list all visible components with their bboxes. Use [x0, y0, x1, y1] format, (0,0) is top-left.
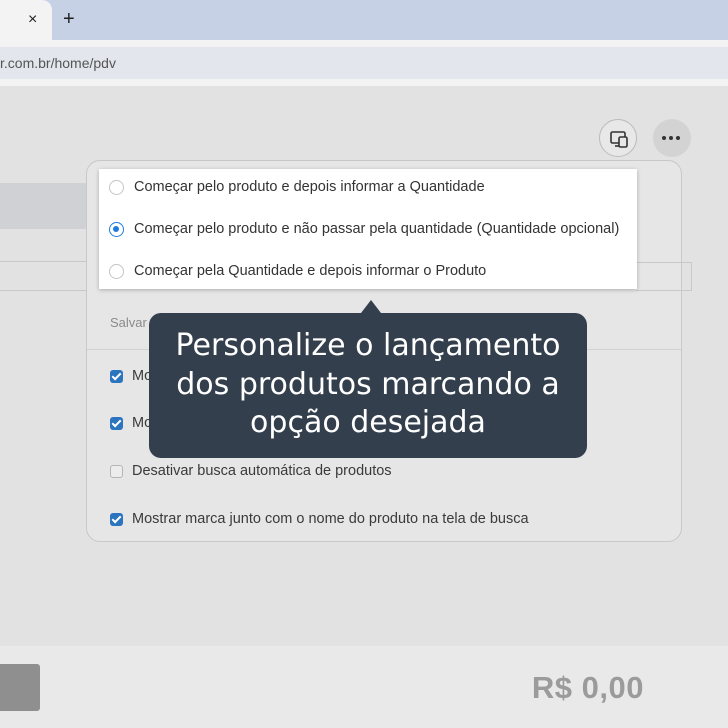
checkbox-checked[interactable]: [110, 416, 123, 430]
checkbox-label: Desativar busca automática de produtos: [132, 463, 392, 479]
browser-tab-strip: × +: [0, 0, 728, 40]
more-icon: [662, 136, 666, 140]
checkbox-label: Mostrar marca junto com o nome do produt…: [132, 511, 529, 527]
radio-option-product-optional-quantity[interactable]: Começar pelo produto e não passar pela q…: [109, 219, 619, 239]
checkbox-row-show-brand[interactable]: Mostrar marca junto com o nome do produt…: [110, 510, 529, 528]
checkbox-row[interactable]: Mo: [110, 367, 152, 385]
tooltip-text: Personalize o lançamento dos produtos ma…: [149, 327, 587, 443]
radio-label: Começar pelo produto e não passar pela q…: [134, 221, 620, 237]
tooltip-line: Personalize o lançamento: [175, 328, 561, 363]
radio-button[interactable]: [109, 263, 124, 279]
radio-option-quantity-then-product[interactable]: Começar pela Quantidade e depois informa…: [109, 261, 486, 281]
save-link[interactable]: Salvar: [110, 315, 147, 330]
radio-button-selected[interactable]: [109, 221, 124, 237]
radio-label: Começar pelo produto e depois informar a…: [134, 179, 485, 195]
tutorial-tooltip: Personalize o lançamento dos produtos ma…: [149, 313, 587, 458]
new-tab-icon[interactable]: +: [63, 9, 75, 29]
radio-option-product-then-quantity[interactable]: Começar pelo produto e depois informar a…: [109, 177, 485, 197]
tooltip-line: dos produtos marcando a: [176, 366, 560, 402]
total-amount: R$ 0,00: [531, 670, 644, 705]
radio-label: Começar pela Quantidade e depois informa…: [134, 263, 487, 279]
panel-input-field[interactable]: [636, 262, 692, 291]
browser-tab[interactable]: ×: [0, 0, 52, 40]
devices-button[interactable]: [599, 119, 637, 157]
close-tab-icon[interactable]: ×: [28, 11, 37, 29]
checkbox-checked[interactable]: [110, 512, 123, 526]
url-field[interactable]: r.com.br/home/pdv: [0, 47, 728, 79]
footer-button[interactable]: [0, 664, 40, 711]
radio-button[interactable]: [109, 179, 124, 195]
tooltip-line: opção desejada: [250, 405, 486, 440]
url-text: r.com.br/home/pdv: [0, 55, 116, 71]
launch-mode-options: Começar pelo produto e depois informar a…: [99, 169, 637, 289]
checkbox-row[interactable]: Mo: [110, 414, 152, 432]
checkbox-checked[interactable]: [110, 369, 123, 383]
checkbox-row-disable-auto-search[interactable]: Desativar busca automática de produtos: [110, 462, 392, 480]
left-selected-row: [0, 183, 86, 229]
devices-icon: [610, 131, 628, 148]
more-options-button[interactable]: [653, 119, 691, 157]
left-input-field[interactable]: [0, 261, 86, 291]
checkbox-unchecked[interactable]: [110, 464, 123, 478]
tooltip-arrow: [361, 300, 381, 313]
